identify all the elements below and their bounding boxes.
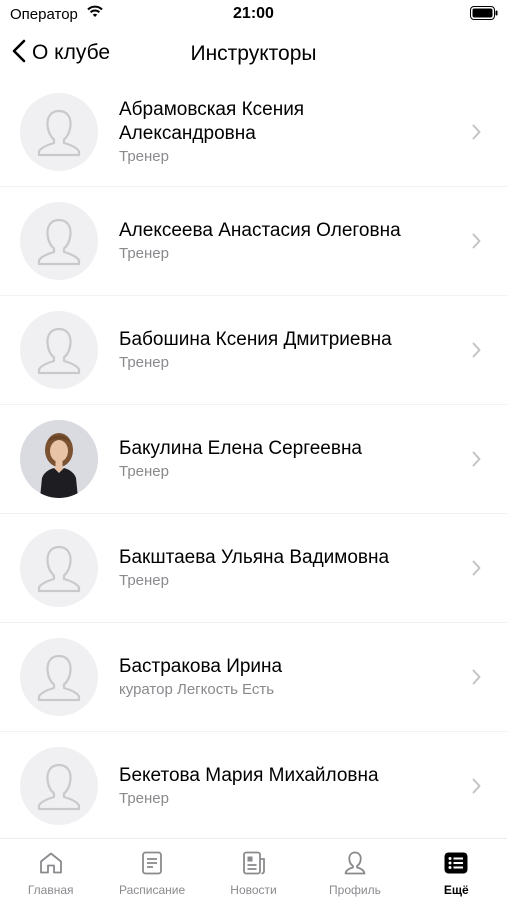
status-time: 21:00 <box>233 5 274 22</box>
person-placeholder-icon <box>20 311 98 389</box>
person-placeholder-icon <box>20 529 98 607</box>
instructor-name-continued: Александровна <box>119 122 256 144</box>
instructor-photo <box>20 420 98 498</box>
instructor-role: Тренер <box>119 244 169 262</box>
navigation-bar: О клубе Инструкторы <box>0 30 507 76</box>
tab-home[interactable]: Главная <box>0 839 101 901</box>
tab-news[interactable]: Новости <box>203 839 304 901</box>
tab-more[interactable]: Ещё <box>406 839 507 901</box>
instructor-row[interactable]: Бекетова Мария Михайловна Тренер <box>0 732 507 840</box>
instructor-name: Бабошина Ксения Дмитриевна <box>119 328 392 350</box>
tab-profile[interactable]: Профиль <box>304 839 405 901</box>
chevron-right-icon <box>472 669 481 690</box>
instructor-name: Алексеева Анастасия Олеговна <box>119 219 401 241</box>
status-bar: Оператор 21:00 <box>0 0 507 30</box>
instructor-role: Тренер <box>119 353 169 371</box>
chevron-right-icon <box>472 233 481 254</box>
instructor-role: Тренер <box>119 571 169 589</box>
person-placeholder-icon <box>20 93 98 171</box>
instructor-list: Абрамовская Ксения Александровна Тренер … <box>0 78 507 840</box>
instructor-row[interactable]: Алексеева Анастасия Олеговна Тренер <box>0 187 507 296</box>
chevron-right-icon <box>472 451 481 472</box>
tab-label: Профиль <box>329 883 381 897</box>
more-icon <box>443 851 469 880</box>
home-icon <box>38 851 64 880</box>
tab-label: Главная <box>27 883 74 897</box>
instructor-role: Тренер <box>119 462 169 480</box>
tab-label: Новости <box>230 883 277 897</box>
instructor-name: Абрамовская Ксения <box>119 98 305 120</box>
instructor-role: куратор Легкость Есть <box>119 680 275 698</box>
battery-icon <box>470 6 498 20</box>
instructor-name: Бакштаева Ульяна Вадимовна <box>119 546 390 568</box>
instructor-row[interactable]: Абрамовская Ксения Александровна Тренер <box>0 78 507 187</box>
profile-icon <box>342 851 368 880</box>
instructor-row[interactable]: Бакулина Елена Сергеевна Тренер <box>0 405 507 514</box>
schedule-icon <box>139 851 165 880</box>
instructor-name: Бастракова Ирина <box>119 655 283 677</box>
instructor-role: Тренер <box>119 789 169 807</box>
instructor-row[interactable]: Бастракова Ирина куратор Легкость Есть <box>0 623 507 732</box>
instructor-row[interactable]: Бакштаева Ульяна Вадимовна Тренер <box>0 514 507 623</box>
person-placeholder-icon <box>20 202 98 280</box>
instructor-name: Бакулина Елена Сергеевна <box>119 437 363 459</box>
tab-bar: Главная Расписание Новости Профиль Ещё <box>0 838 507 901</box>
instructor-role: Тренер <box>119 147 169 165</box>
chevron-right-icon <box>472 778 481 799</box>
chevron-right-icon <box>472 342 481 363</box>
tab-schedule[interactable]: Расписание <box>101 839 202 901</box>
instructor-row[interactable]: Бабошина Ксения Дмитриевна Тренер <box>0 296 507 405</box>
person-placeholder-icon <box>20 747 98 825</box>
chevron-right-icon <box>472 560 481 581</box>
news-icon <box>241 851 267 880</box>
chevron-right-icon <box>472 124 481 145</box>
page-title: Инструкторы <box>190 42 317 65</box>
tab-label: Ещё <box>443 883 469 897</box>
tab-label: Расписание <box>119 883 186 897</box>
instructor-name: Бекетова Мария Михайловна <box>119 764 379 786</box>
person-placeholder-icon <box>20 638 98 716</box>
